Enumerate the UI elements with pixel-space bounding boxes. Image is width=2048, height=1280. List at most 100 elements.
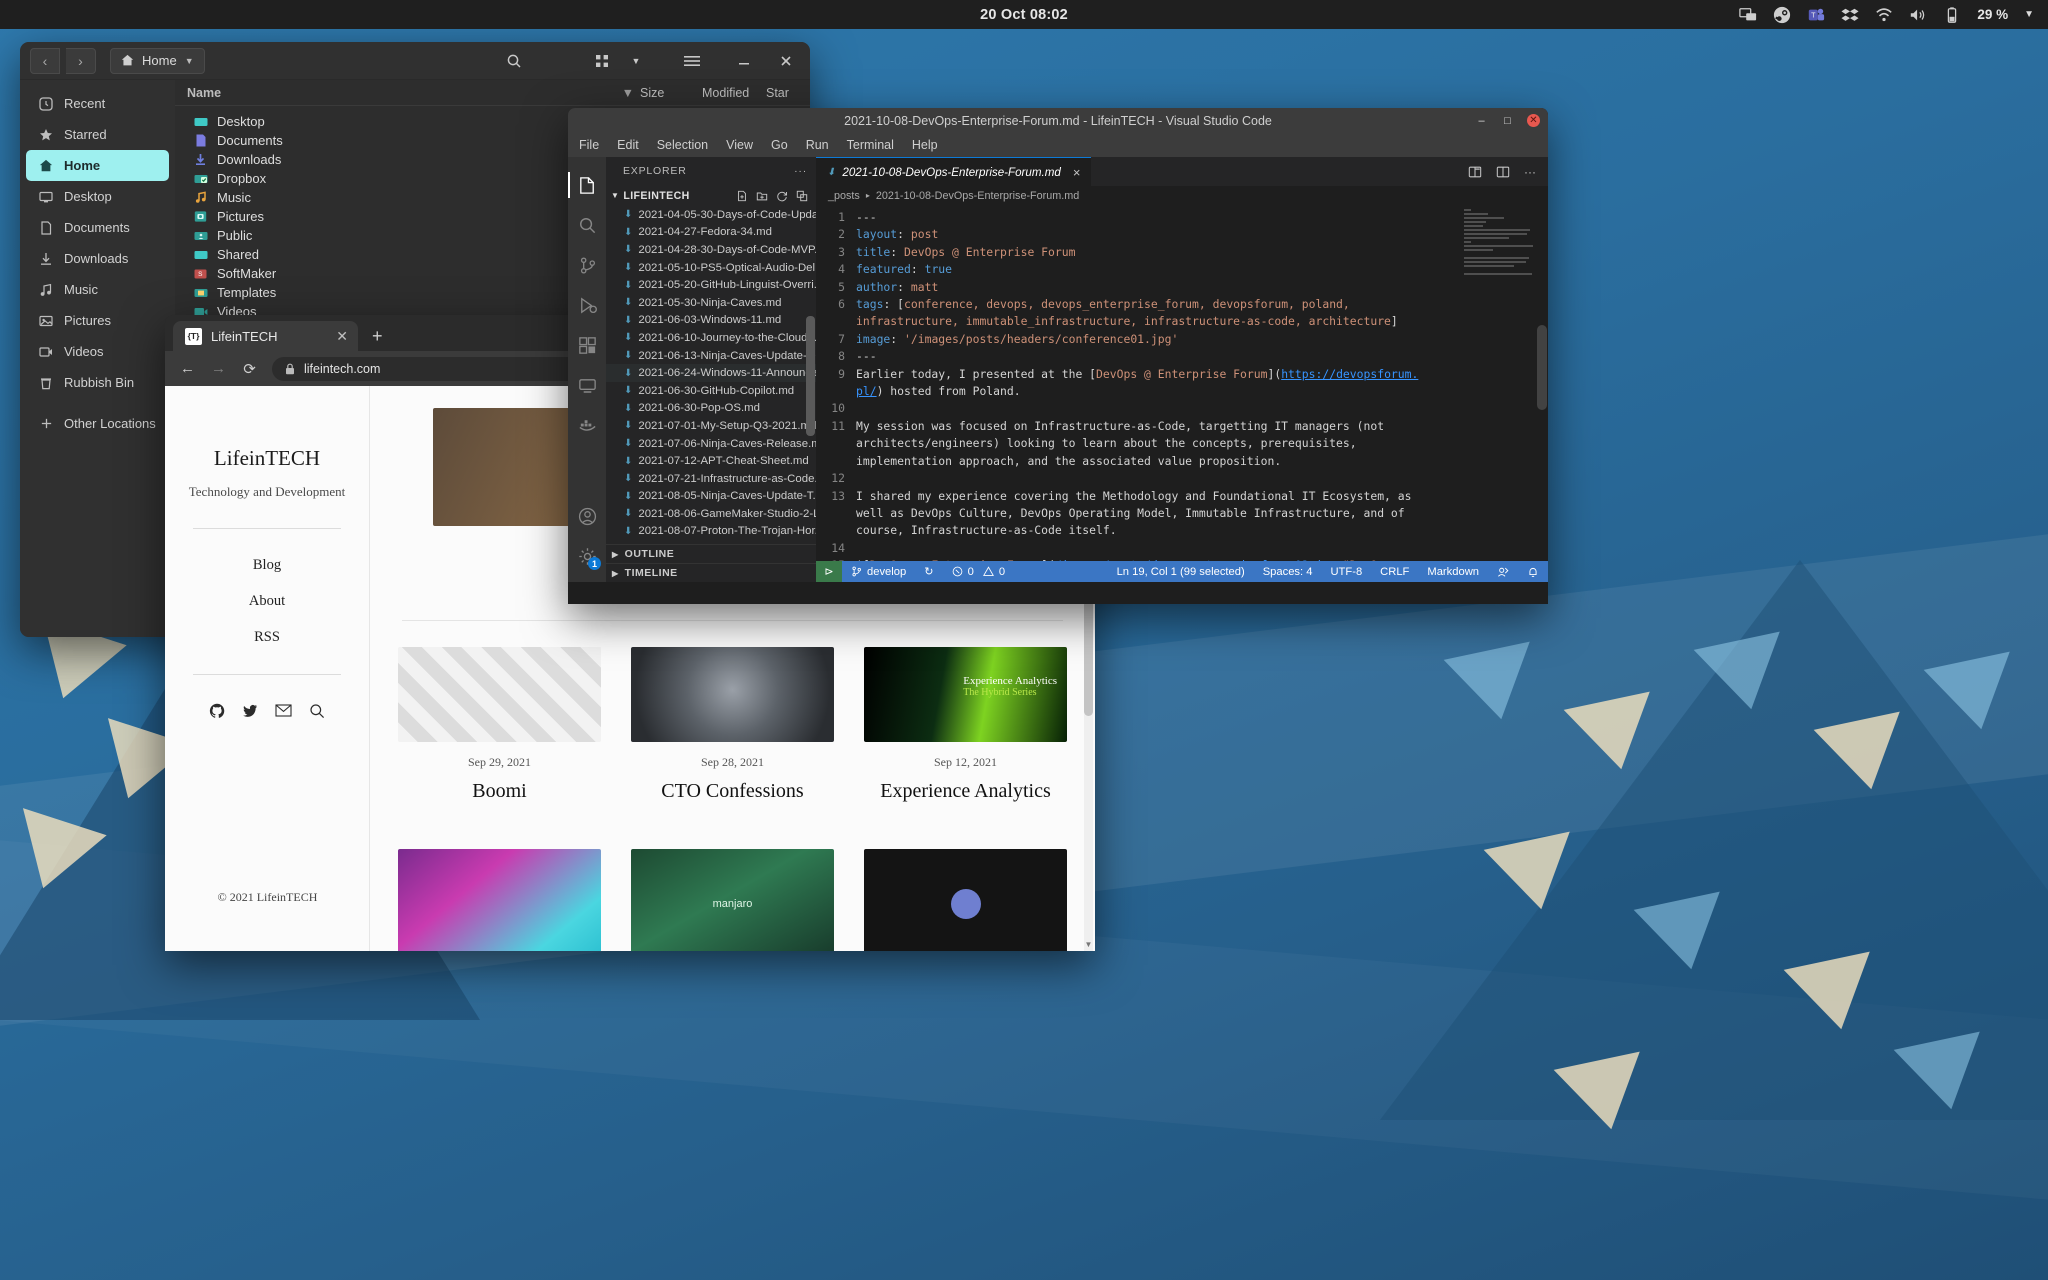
list-item[interactable]: ⬇ 2021-05-20-GitHub-Linguist-Overri... <box>606 276 816 294</box>
close-icon[interactable] <box>772 48 800 74</box>
clock[interactable]: 20 Oct 08:02 <box>980 7 1068 23</box>
list-item[interactable]: Sep 29, 2021 Boomi <box>398 647 601 803</box>
chevron-down-icon[interactable]: ▼ <box>611 191 619 200</box>
new-tab-button[interactable]: + <box>358 326 397 351</box>
code-text[interactable]: --- layout: post title: DevOps @ Enterpr… <box>856 205 1548 561</box>
list-item[interactable]: ⬇ 2021-08-07-Proton-The-Trojan-Hor... <box>606 523 816 541</box>
menu-go[interactable]: Go <box>771 138 788 152</box>
more-actions-icon[interactable]: ··· <box>794 165 807 177</box>
back-button[interactable]: ‹ <box>30 47 60 74</box>
search-icon[interactable] <box>309 703 325 719</box>
list-item[interactable]: ⬇ 2021-06-10-Journey-to-the-Cloud.... <box>606 329 816 347</box>
list-item[interactable]: ⬇ 2021-04-05-30-Days-of-Code-Upda... <box>606 206 816 224</box>
list-item[interactable]: ⬇ 2021-07-06-Ninja-Caves-Release.md <box>606 435 816 453</box>
encoding-status[interactable]: UTF-8 <box>1321 566 1371 578</box>
sidebar-item-home[interactable]: Home <box>26 150 169 181</box>
forward-icon[interactable]: → <box>210 360 227 377</box>
sidebar-item-music[interactable]: Music <box>26 274 169 305</box>
sidebar-item-starred[interactable]: Starred <box>26 119 169 150</box>
menu-help[interactable]: Help <box>912 138 938 152</box>
indentation-status[interactable]: Spaces: 4 <box>1254 566 1322 578</box>
site-nav-rss[interactable]: RSS <box>165 629 369 646</box>
editor-minimap[interactable] <box>1464 209 1536 275</box>
close-tab-icon[interactable]: ✕ <box>336 328 348 345</box>
feedback-icon[interactable] <box>1488 566 1518 578</box>
remote-explorer-icon[interactable] <box>568 365 606 405</box>
search-icon[interactable] <box>500 48 528 74</box>
collapse-all-icon[interactable] <box>796 190 808 202</box>
wifi-icon[interactable] <box>1875 6 1893 24</box>
view-options-icon[interactable]: ▼ <box>622 48 650 74</box>
chevron-down-icon[interactable]: ▼ <box>185 56 194 66</box>
close-icon[interactable]: × <box>1073 165 1081 180</box>
vscode-window[interactable]: 2021-10-08-DevOps-Enterprise-Forum.md - … <box>568 108 1548 604</box>
list-item[interactable]: manjaro <box>631 849 834 951</box>
column-header-star[interactable]: Star <box>766 86 810 100</box>
email-icon[interactable] <box>275 703 292 718</box>
sidebar-item-desktop[interactable]: Desktop <box>26 181 169 212</box>
refresh-icon[interactable] <box>776 190 788 202</box>
list-item[interactable]: ⬇ 2021-06-30-Pop-OS.md <box>606 400 816 418</box>
problems-status[interactable]: 0 0 <box>943 566 1014 578</box>
list-item[interactable]: ⬇ 2021-08-06-GameMaker-Studio-2-L... <box>606 505 816 523</box>
explorer-icon[interactable] <box>568 165 606 205</box>
battery-icon[interactable] <box>1943 6 1961 24</box>
docker-icon[interactable] <box>568 405 606 445</box>
site-nav-about[interactable]: About <box>165 593 369 610</box>
bell-icon[interactable] <box>1518 566 1548 578</box>
sidebar-item-downloads[interactable]: Downloads <box>26 243 169 274</box>
breadcrumb-file[interactable]: 2021-10-08-DevOps-Enterprise-Forum.md <box>876 190 1079 202</box>
timeline-panel-header[interactable]: ▶ TIMELINE <box>606 563 816 582</box>
teams-icon[interactable]: T <box>1807 6 1825 24</box>
list-item[interactable]: ⬇ 2021-07-12-APT-Cheat-Sheet.md <box>606 452 816 470</box>
explorer-file-list[interactable]: ⬇ 2021-04-05-30-Days-of-Code-Upda... ⬇ 202… <box>606 206 816 544</box>
sidebar-item-videos[interactable]: Videos <box>26 336 169 367</box>
list-item[interactable] <box>864 849 1067 951</box>
git-branch-status[interactable]: develop <box>842 566 915 578</box>
path-bar[interactable]: Home ▼ <box>110 47 205 74</box>
list-item[interactable]: ⬇ 2021-06-13-Ninja-Caves-Update-O... <box>606 347 816 365</box>
column-header-size[interactable]: Size <box>640 86 702 100</box>
new-folder-icon[interactable] <box>756 190 768 202</box>
list-item[interactable]: Experience Analytics The Hybrid Series S… <box>864 647 1067 803</box>
maximize-icon[interactable]: □ <box>1501 114 1514 127</box>
list-item[interactable]: ⬇ 2021-08-05-Ninja-Caves-Update-T... <box>606 488 816 506</box>
hamburger-menu-icon[interactable] <box>678 48 706 74</box>
volume-icon[interactable] <box>1909 6 1927 24</box>
settings-gear-icon[interactable]: 1 <box>568 536 606 576</box>
new-file-icon[interactable] <box>736 190 748 202</box>
github-icon[interactable] <box>209 703 225 719</box>
chevron-down-icon[interactable]: ▼ <box>2024 9 2034 20</box>
close-icon[interactable]: ✕ <box>1527 114 1540 127</box>
grid-view-icon[interactable] <box>588 48 616 74</box>
list-item[interactable]: ⬇ 2021-05-30-Ninja-Caves.md <box>606 294 816 312</box>
menu-terminal[interactable]: Terminal <box>847 138 894 152</box>
menu-run[interactable]: Run <box>806 138 829 152</box>
editor-tab[interactable]: ⬇ 2021-10-08-DevOps-Enterprise-Forum.md … <box>816 157 1092 186</box>
list-item[interactable]: ⬇ 2021-06-30-GitHub-Copilot.md <box>606 382 816 400</box>
screen-share-icon[interactable] <box>1739 6 1757 24</box>
menu-file[interactable]: File <box>579 138 599 152</box>
post-title[interactable]: Boomi <box>398 780 601 803</box>
more-actions-icon[interactable]: ··· <box>1524 165 1536 179</box>
menu-selection[interactable]: Selection <box>657 138 708 152</box>
sidebar-item-documents[interactable]: Documents <box>26 212 169 243</box>
code-editor[interactable]: 123456 789 1011 1213 1415 1617 --- layou… <box>816 205 1548 561</box>
column-header-modified[interactable]: Modified <box>702 86 766 100</box>
sync-icon[interactable]: ↻ <box>915 565 942 578</box>
breadcrumb-folder[interactable]: _posts <box>828 190 860 202</box>
list-item[interactable]: ⬇ 2021-06-24-Windows-11-Announce... <box>606 364 816 382</box>
menu-edit[interactable]: Edit <box>617 138 639 152</box>
account-icon[interactable] <box>568 496 606 536</box>
sidebar-item-recent[interactable]: Recent <box>26 88 169 119</box>
post-title[interactable]: CTO Confessions <box>631 780 834 803</box>
list-item[interactable]: ⬇ 2021-04-27-Fedora-34.md <box>606 224 816 242</box>
list-item[interactable]: ⬇ 2021-06-03-Windows-11.md <box>606 312 816 330</box>
list-item[interactable]: ⬇ 2021-07-01-My-Setup-Q3-2021.md <box>606 417 816 435</box>
sidebar-item-pictures[interactable]: Pictures <box>26 305 169 336</box>
post-title[interactable]: Experience Analytics <box>864 780 1067 803</box>
steam-icon[interactable] <box>1773 6 1791 24</box>
column-header-name[interactable]: Name <box>187 86 580 100</box>
browser-tab[interactable]: {T} LifeinTECH ✕ <box>173 321 358 351</box>
sort-indicator-icon[interactable]: ▼ <box>580 86 640 100</box>
